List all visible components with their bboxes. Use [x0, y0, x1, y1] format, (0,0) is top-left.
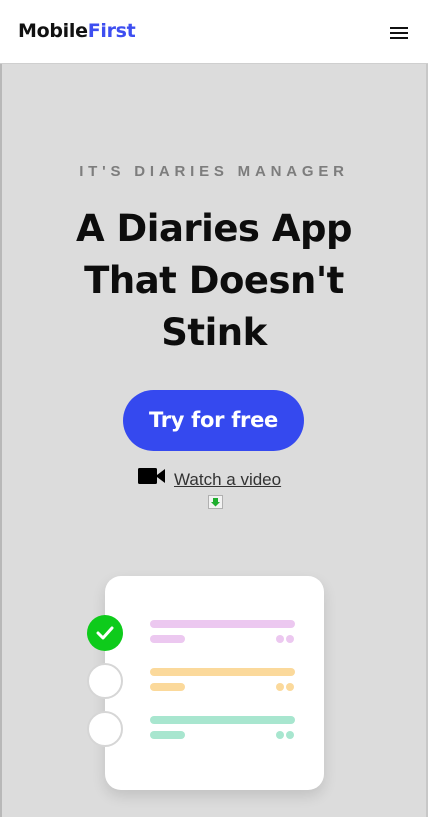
- checklist-card: [105, 576, 324, 790]
- hero-headline: A Diaries App That Doesn't Stink: [0, 203, 428, 359]
- item-2-dot: [276, 683, 284, 691]
- unchecked-circle-icon[interactable]: [87, 663, 123, 699]
- item-1-dot: [276, 635, 284, 643]
- unchecked-circle-icon[interactable]: [87, 711, 123, 747]
- logo-text-mobile: Mobile: [18, 20, 88, 42]
- item-2-bar-long: [150, 668, 295, 676]
- headline-line-3: Stink: [161, 311, 267, 354]
- try-for-free-button[interactable]: Try for free: [123, 390, 304, 451]
- logo-text-first: First: [87, 20, 136, 42]
- download-arrow-icon[interactable]: [208, 495, 223, 509]
- video-camera-icon: [138, 468, 165, 484]
- item-1-bar-long: [150, 620, 295, 628]
- item-2-dot: [286, 683, 294, 691]
- top-navbar: MobileFirst: [0, 0, 428, 64]
- hamburger-menu-icon[interactable]: [388, 25, 410, 41]
- checkmark-icon: [96, 626, 114, 640]
- item-3-dot: [276, 731, 284, 739]
- headline-line-1: A Diaries App: [76, 207, 352, 250]
- hamburger-line: [390, 32, 408, 34]
- checked-circle-icon[interactable]: [87, 615, 123, 651]
- item-3-bar-short: [150, 731, 185, 739]
- headline-line-2: That Doesn't: [84, 259, 344, 302]
- item-3-dot: [286, 731, 294, 739]
- hero-eyebrow: IT'S DIARIES MANAGER: [79, 163, 349, 180]
- item-1-bar-short: [150, 635, 185, 643]
- hamburger-line: [390, 27, 408, 29]
- hamburger-line: [390, 37, 408, 39]
- watch-video-label: Watch a video: [174, 470, 282, 489]
- item-1-dot: [286, 635, 294, 643]
- item-3-bar-long: [150, 716, 295, 724]
- item-2-bar-short: [150, 683, 185, 691]
- brand-logo[interactable]: MobileFirst: [18, 20, 136, 42]
